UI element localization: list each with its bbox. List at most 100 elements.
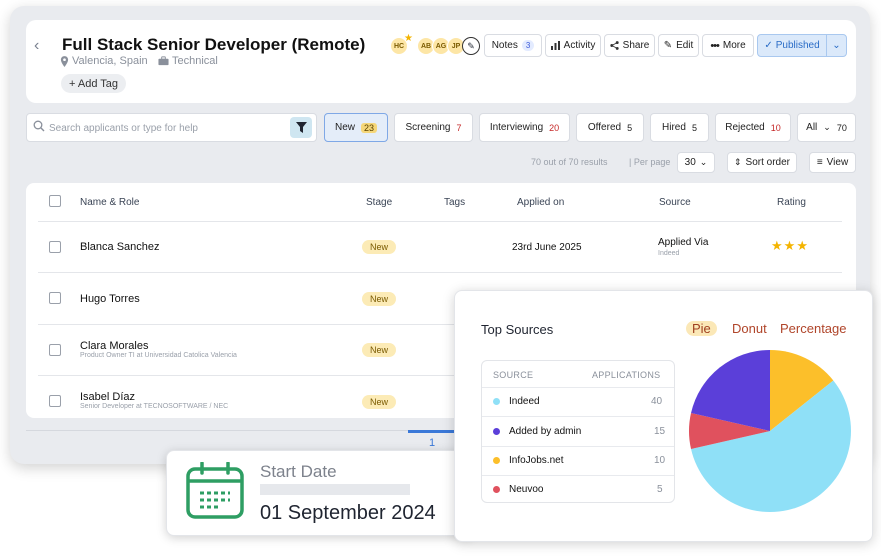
edit-button[interactable]: ✎ Edit [658,34,699,57]
job-title: Full Stack Senior Developer (Remote) [62,35,366,54]
search-icon [33,120,45,135]
start-date-value: 01 September 2024 [260,502,436,524]
notes-label: Notes [491,40,518,51]
sort-icon: ⇕ [733,157,742,167]
view-button[interactable]: ≡ View [809,152,856,173]
chevron-down-icon: ⌄ [699,157,708,167]
stage-badge: New [362,395,396,409]
column-header[interactable]: Rating [777,197,806,208]
column-header[interactable]: Tags [444,197,465,208]
row-checkbox[interactable] [49,241,61,253]
column-header[interactable]: Stage [366,197,392,208]
applicant-name[interactable]: Blanca Sanchez [80,241,160,253]
source-name: Neuvoo [509,484,544,495]
applicant-name[interactable]: Isabel Díaz [80,391,135,403]
share-button[interactable]: Share [604,34,655,57]
published-button[interactable]: ✓ Published ⌄ [757,34,847,57]
legend-dot [493,428,500,435]
notes-button[interactable]: Notes 3 [484,34,542,57]
star-icon: ★ [771,238,784,253]
job-department: Technical [158,55,218,67]
star-icon: ★ [783,238,797,253]
source-name: Indeed [509,396,540,407]
applied-date: 23rd June 2025 [512,242,582,253]
more-button[interactable]: ••• More [702,34,754,57]
applicant-name[interactable]: Clara Morales [80,340,148,352]
tab-screening[interactable]: Screening 7 [394,113,473,142]
share-label: Share [622,40,650,51]
add-tag-button[interactable]: + Add Tag [61,74,127,93]
sort-label: Sort order [745,157,790,168]
start-date-label: Start Date [260,462,337,481]
page-number[interactable]: 1 [429,437,435,449]
sliders-icon: ≡ [816,157,823,168]
filter-button[interactable] [290,117,312,138]
stage-badge: New [362,343,396,357]
back-icon[interactable]: ‹ [34,37,39,55]
stage-badge: New [362,240,396,254]
row-divider [38,221,842,222]
applicant-role: Product Owner TI at Universidad Catolica… [80,352,237,359]
job-location: Valencia, Spain [60,55,148,67]
row-checkbox[interactable] [49,344,61,356]
source-detail: Indeed [658,250,680,257]
view-label: View [826,157,849,168]
star-icon: ★ [796,238,809,253]
row-checkbox[interactable] [49,395,61,407]
legend-dot [493,398,500,405]
row-divider [482,446,674,447]
source-value: 40 [651,396,663,407]
pagination-indicator [408,430,458,433]
tab-hired[interactable]: Hired 5 [650,113,709,142]
select-all-checkbox[interactable] [49,195,61,207]
tab-count: 10 [770,122,781,133]
search-input[interactable] [49,119,309,137]
row-divider [482,475,674,476]
chevron-down-icon[interactable]: ⌄ [827,40,846,51]
location-pin-icon [60,55,69,67]
tab-count: 70 [836,122,847,133]
source-name: InfoJobs.net [509,455,564,466]
tab-count: 23 [361,122,378,133]
column-header[interactable]: Applied on [517,197,564,208]
pencil-icon[interactable]: ✎ [462,37,480,55]
tab-interviewing[interactable]: Interviewing 20 [479,113,570,142]
tab-offered[interactable]: Offered 5 [576,113,644,142]
tab-new[interactable]: New 23 [324,113,388,142]
more-dots-icon: ••• [710,39,720,52]
applicant-name[interactable]: Hugo Torres [80,293,140,305]
pagination-divider [26,430,456,431]
search-box [26,113,317,142]
tab-rejected[interactable]: Rejected 10 [715,113,791,142]
activity-button[interactable]: Activity [545,34,601,57]
row-divider [482,387,674,388]
published-main[interactable]: ✓ Published [758,35,827,56]
column-header: SOURCE [493,370,534,380]
edit-label: Edit [676,40,694,51]
tab-label: Interviewing [489,122,544,133]
view-option-percentage[interactable]: Percentage [780,321,847,336]
row-divider [482,416,674,417]
row-divider [38,272,842,273]
sort-order-button[interactable]: ⇕ Sort order [727,152,797,173]
star-icon: ★ [404,33,413,44]
tab-all[interactable]: All ⌄ 70 [797,113,856,142]
tab-label: Rejected [725,122,765,133]
view-option-pie[interactable]: Pie [686,321,717,336]
view-option-donut[interactable]: Donut [732,321,767,336]
briefcase-icon [158,56,169,66]
column-header[interactable]: Name & Role [80,197,139,208]
department-text: Technical [172,55,218,67]
source-value: 5 [657,484,663,495]
rating-stars[interactable]: ★★★ [771,238,809,254]
column-header[interactable]: Source [659,197,691,208]
per-page-select[interactable]: 30 ⌄ [677,152,715,173]
bar-chart-icon [550,41,560,50]
notes-count: 3 [521,40,535,51]
source-value: 15 [654,426,666,437]
source-value: 10 [654,455,666,466]
tab-count: 20 [549,122,560,133]
row-checkbox[interactable] [49,292,61,304]
tab-count: 5 [627,122,633,133]
share-icon [610,41,619,50]
